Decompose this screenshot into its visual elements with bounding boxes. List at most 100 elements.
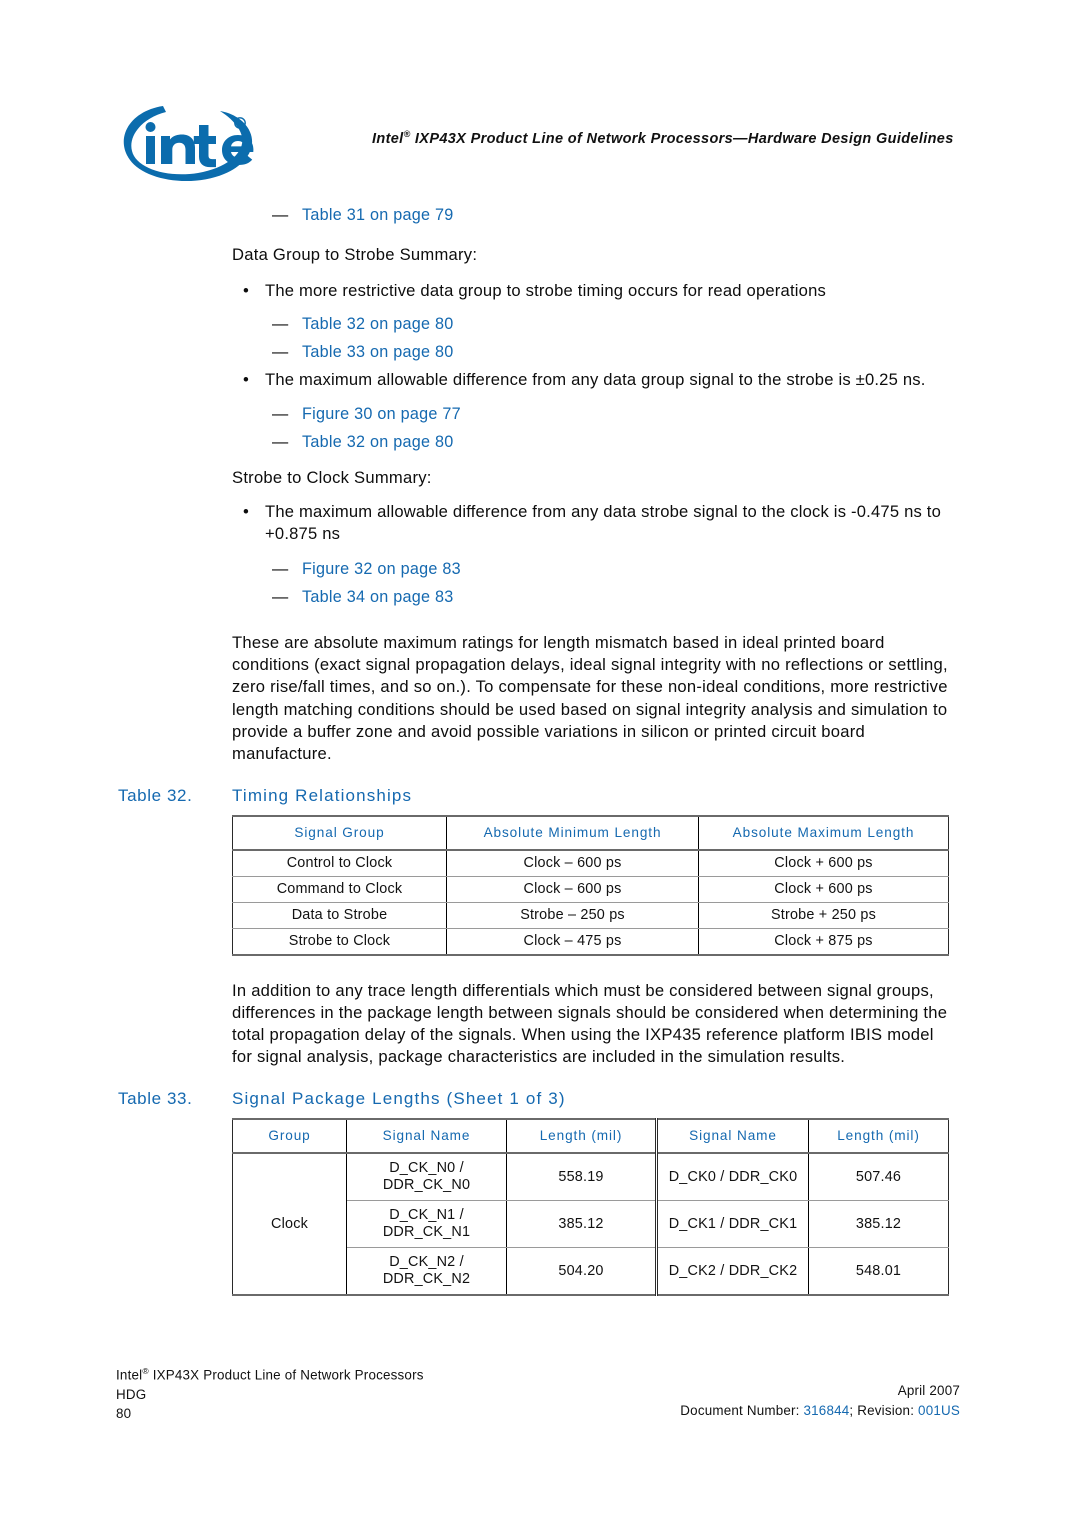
cross-reference-row: — Figure 30 on page 77 [0,403,1080,425]
cell-signal-group: Control to Clock [232,849,447,877]
em-dash-marker: — [272,587,289,606]
column-header-signal-name-a: Signal Name [346,1117,507,1154]
link-figure-32[interactable]: Figure 32 on page 83 [302,558,461,580]
link-table-31[interactable]: Table 31 on page 79 [302,204,453,226]
column-header-length-b: Length (mil) [808,1117,949,1154]
footer-page-number: 80 [116,1406,132,1422]
paragraph-absolute-max-ratings: These are absolute maximum ratings for l… [232,632,948,764]
registered-mark-icon: ® [403,129,411,139]
table-timing-relationships: Signal Group Absolute Minimum Length Abs… [232,814,949,956]
svg-text:R: R [237,121,242,128]
table-header-row: Group Signal Name Length (mil) Signal Na… [232,1117,949,1154]
signal-name-a-line2: DDR_CK_N1 [382,1223,471,1240]
signal-name-a-line1: D_CK_N1 / [389,1206,464,1223]
footer-doc-type: HDG [116,1386,147,1402]
cell-signal-name-a: D_CK_N2 / DDR_CK_N2 [346,1246,507,1296]
em-dash-marker: — [272,342,289,361]
cell-group-clock: Clock [232,1152,347,1296]
document-page: R Intel® IXP43X Product Line of Network … [0,0,1080,1528]
table-signal-package-lengths: Group Signal Name Length (mil) Signal Na… [232,1117,949,1296]
link-table-32-a[interactable]: Table 32 on page 80 [302,313,453,335]
cell-min-length: Clock – 475 ps [446,927,699,956]
section-heading-data-group: Data Group to Strobe Summary: [232,245,478,264]
intel-logo: R [116,96,260,192]
section-heading-strobe-clock: Strobe to Clock Summary: [232,467,432,487]
footer-rev-label: ; Revision: [849,1402,915,1418]
cell-signal-group: Command to Clock [232,875,447,903]
column-header-signal-group: Signal Group [232,814,447,851]
bullet-item-1: • The more restrictive data group to str… [0,280,1080,302]
paragraph-trace-length-differentials: In addition to any trace length differen… [232,980,948,1067]
link-table-34[interactable]: Table 34 on page 83 [302,586,453,608]
link-figure-30[interactable]: Figure 30 on page 77 [302,403,461,425]
footer-date: April 2007 [897,1383,960,1398]
footer-right-block: April 2007 Document Number: 316844; Revi… [680,1381,960,1420]
cell-min-length: Clock – 600 ps [446,875,699,903]
cell-signal-group: Data to Strobe [232,901,447,929]
page-content: — Table 31 on page 79 Data Group to Stro… [0,204,1080,1296]
cell-length-a: 385.12 [506,1199,657,1248]
bullet-item-3: • The maximum allowable difference from … [0,501,1080,546]
footer-left-block: Intel® IXP43X Product Line of Network Pr… [116,1362,424,1424]
cell-max-length: Clock + 600 ps [698,875,949,903]
cross-reference-row: — Figure 32 on page 83 [0,558,1080,580]
cell-signal-name-b: D_CK2 / DDR_CK2 [655,1246,809,1296]
cell-max-length: Clock + 875 ps [698,927,949,956]
column-header-abs-min-length: Absolute Minimum Length [446,814,699,851]
bullet-dot-icon: • [243,281,250,301]
page-header-title: Intel® IXP43X Product Line of Network Pr… [372,129,962,147]
cell-signal-name-b: D_CK1 / DDR_CK1 [655,1199,809,1248]
cell-signal-name-a: D_CK_N0 / DDR_CK_N0 [346,1152,507,1201]
bullet-1-text: The more restrictive data group to strob… [265,281,827,301]
table-32-number: Table 32. [118,785,193,805]
cross-reference-row: — Table 32 on page 80 [0,313,1080,335]
footer-product-rest: IXP43X Product Line of Network Processor… [148,1367,424,1383]
bullet-dot-icon: • [243,502,250,522]
signal-name-a-line2: DDR_CK_N2 [382,1270,471,1287]
signal-name-a-line1: D_CK_N0 / [389,1159,464,1176]
cell-length-b: 507.46 [808,1152,949,1201]
cross-reference-row: — Table 34 on page 83 [0,586,1080,608]
cell-signal-name-b: D_CK0 / DDR_CK0 [655,1152,809,1201]
column-header-group: Group [232,1117,347,1154]
signal-name-a-line1: D_CK_N2 / [389,1253,464,1270]
cell-length-a: 504.20 [506,1246,657,1296]
table-33-caption: Table 33. Signal Package Lengths (Sheet 1… [0,1089,1080,1109]
cross-reference-row: — Table 33 on page 80 [0,341,1080,363]
table-row: Control to Clock Clock – 600 ps Clock + … [232,849,949,877]
cell-max-length: Strobe + 250 ps [698,901,949,929]
bullet-dot-icon: • [243,369,250,389]
footer-product-line: Intel® IXP43X Product Line of Network Pr… [116,1362,424,1385]
cell-length-b: 385.12 [808,1199,949,1248]
em-dash-marker: — [272,432,289,451]
column-header-abs-max-length: Absolute Maximum Length [698,814,949,851]
page-footer: Intel® IXP43X Product Line of Network Pr… [0,1362,1080,1442]
header-title-rest: IXP43X Product Line of Network Processor… [410,130,954,147]
table-33-number: Table 33. [118,1088,193,1108]
bullet-3-text: The maximum allowable difference from an… [265,502,942,544]
bullet-item-2: • The maximum allowable difference from … [0,369,1080,391]
footer-document-info: Document Number: 316844; Revision: 001US [680,1401,960,1421]
table-row: Strobe to Clock Clock – 475 ps Clock + 8… [232,927,949,956]
link-table-33[interactable]: Table 33 on page 80 [302,341,453,363]
table-32-title: Timing Relationships [232,785,413,805]
cell-length-b: 548.01 [808,1246,949,1296]
em-dash-marker: — [272,206,289,224]
cell-min-length: Clock – 600 ps [446,849,699,877]
cell-signal-name-a: D_CK_N1 / DDR_CK_N1 [346,1199,507,1248]
table-row: Command to Clock Clock – 600 ps Clock + … [232,875,949,903]
em-dash-marker: — [272,404,289,423]
link-table-32-b[interactable]: Table 32 on page 80 [302,431,453,453]
column-header-signal-name-b: Signal Name [655,1117,809,1154]
footer-doc-label: Document Number: [680,1402,800,1418]
em-dash-marker: — [272,314,289,333]
footer-doc-number: 316844 [803,1402,850,1418]
table-header-row: Signal Group Absolute Minimum Length Abs… [232,814,949,851]
footer-rev-number: 001US [918,1402,960,1418]
cross-reference-row: — Table 31 on page 79 [0,204,1080,226]
footer-intel-word: Intel [116,1367,143,1383]
cell-length-a: 558.19 [506,1152,657,1201]
cell-min-length: Strobe – 250 ps [446,901,699,929]
cell-max-length: Clock + 600 ps [698,849,949,877]
table-row: Clock D_CK_N0 / DDR_CK_N0 558.19 D_CK0 /… [232,1152,949,1296]
